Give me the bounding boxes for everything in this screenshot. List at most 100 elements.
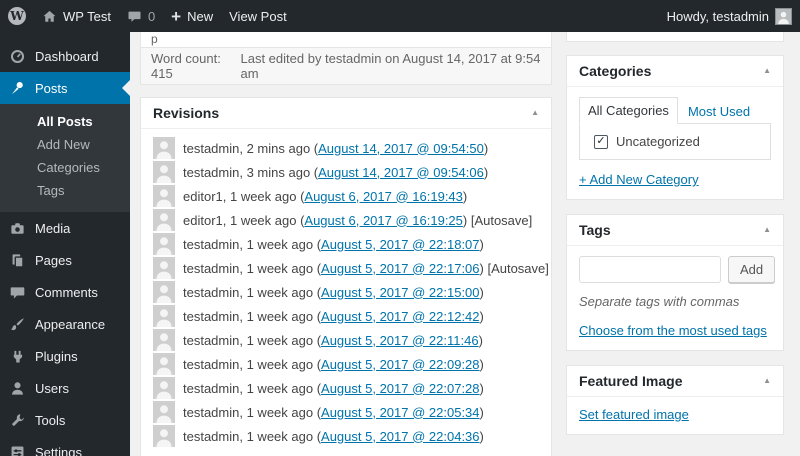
sidebar-item-dashboard[interactable]: Dashboard: [0, 40, 130, 72]
revision-meta: testadmin, 3 mins ago (: [183, 164, 319, 180]
sidebar-label: Appearance: [35, 316, 106, 332]
revision-meta: testadmin, 1 week ago (: [183, 380, 322, 396]
revision-date-link[interactable]: August 5, 2017 @ 22:15:00: [321, 285, 479, 300]
revision-date-link[interactable]: August 6, 2017 @ 16:19:43: [304, 189, 462, 204]
sidebar-item-plugins[interactable]: Plugins: [0, 340, 130, 372]
sidebar-label: Media: [35, 220, 71, 236]
comment-count: 0: [147, 8, 156, 24]
revision-row: testadmin, 1 week ago (August 5, 2017 @ …: [153, 329, 539, 351]
admin-sidebar: Dashboard Posts All Posts Add New Catego…: [0, 32, 130, 456]
pages-icon: [8, 251, 26, 269]
panel-toggle-icon[interactable]: ▲: [763, 67, 771, 75]
revision-text: editor1, 1 week ago (August 6, 2017 @ 16…: [183, 213, 532, 228]
revision-date-link[interactable]: August 5, 2017 @ 22:05:34: [321, 405, 479, 420]
revision-meta: editor1, 1 week ago (: [183, 188, 305, 204]
user-avatar: [775, 7, 792, 25]
submenu-item-tags[interactable]: Tags: [0, 179, 130, 202]
sidebar-item-media[interactable]: Media: [0, 212, 130, 244]
sidebar-label: Plugins: [35, 348, 78, 364]
main-column: p Word count: 415 Last edited by testadm…: [140, 32, 552, 456]
revision-suffix: ): [479, 404, 484, 420]
revision-date-link[interactable]: August 5, 2017 @ 22:18:07: [321, 237, 479, 252]
revisions-panel-header[interactable]: Revisions ▲: [141, 98, 551, 129]
revision-meta: editor1, 1 week ago (: [183, 212, 305, 228]
appearance-icon: [8, 315, 26, 333]
category-item-uncategorized[interactable]: ✓ Uncategorized: [594, 134, 762, 149]
revision-date-link[interactable]: August 5, 2017 @ 22:04:36: [321, 429, 479, 444]
revision-text: testadmin, 1 week ago (August 5, 2017 @ …: [183, 381, 484, 396]
revision-text: testadmin, 1 week ago (August 5, 2017 @ …: [183, 309, 484, 324]
revision-text: testadmin, 1 week ago (August 5, 2017 @ …: [183, 405, 484, 420]
posts-submenu: All Posts Add New Categories Tags: [0, 104, 130, 212]
last-edited: Last edited by testadmin on August 14, 2…: [240, 51, 541, 81]
revisions-title: Revisions: [153, 105, 220, 121]
sidebar-item-pages[interactable]: Pages: [0, 244, 130, 276]
comments-icon: [8, 283, 26, 301]
revision-date-link[interactable]: August 5, 2017 @ 22:07:28: [321, 381, 479, 396]
revision-text: testadmin, 1 week ago (August 5, 2017 @ …: [183, 285, 484, 300]
revision-date-link[interactable]: August 5, 2017 @ 22:12:42: [321, 309, 479, 324]
sidebar-item-tools[interactable]: Tools: [0, 404, 130, 436]
tab-most-used[interactable]: Most Used: [678, 99, 760, 124]
categories-panel-header[interactable]: Categories ▲: [567, 56, 783, 87]
revision-meta: testadmin, 1 week ago (: [183, 308, 322, 324]
sidebar-item-appearance[interactable]: Appearance: [0, 308, 130, 340]
wordpress-admin: W WP Test 0 + New View Post Howdy, testa…: [0, 0, 800, 456]
submenu-item-categories[interactable]: Categories: [0, 156, 130, 179]
view-post-link[interactable]: View Post: [221, 0, 295, 32]
add-tag-button[interactable]: Add: [728, 256, 776, 283]
revision-suffix: ): [479, 380, 484, 396]
submenu-item-add-new[interactable]: Add New: [0, 133, 130, 156]
revision-meta: testadmin, 1 week ago (: [183, 404, 322, 420]
choose-most-used-tags-link[interactable]: Choose from the most used tags: [579, 323, 767, 338]
sidebar-item-comments[interactable]: Comments: [0, 276, 130, 308]
comments-shortcut[interactable]: 0: [119, 0, 163, 32]
wordpress-logo-icon: W: [8, 7, 26, 25]
revision-suffix: ): [479, 308, 484, 324]
panel-toggle-icon[interactable]: ▲: [763, 377, 771, 385]
media-icon: [8, 219, 26, 237]
category-label[interactable]: Uncategorized: [616, 134, 700, 149]
set-featured-image-link[interactable]: Set featured image: [579, 407, 689, 422]
revision-avatar: [153, 305, 175, 327]
panel-toggle-icon[interactable]: ▲: [531, 109, 539, 117]
revision-row: editor1, 1 week ago (August 6, 2017 @ 16…: [153, 185, 539, 207]
tab-all-categories[interactable]: All Categories: [579, 97, 678, 124]
editor-statusbar: Word count: 415 Last edited by testadmin…: [141, 47, 551, 84]
new-content-menu[interactable]: + New: [163, 0, 221, 32]
revision-row: testadmin, 1 week ago (August 5, 2017 @ …: [153, 305, 539, 327]
featured-image-panel-header[interactable]: Featured Image ▲: [567, 366, 783, 397]
tags-panel-header[interactable]: Tags ▲: [567, 215, 783, 246]
revision-avatar: [153, 281, 175, 303]
revision-date-link[interactable]: August 5, 2017 @ 22:09:28: [321, 357, 479, 372]
revision-date-link[interactable]: August 6, 2017 @ 16:19:25: [304, 213, 462, 228]
categories-panel: Categories ▲ All Categories Most Used ✓ …: [566, 55, 784, 200]
revision-row: testadmin, 3 mins ago (August 14, 2017 @…: [153, 161, 539, 183]
sidebar-item-posts[interactable]: Posts: [0, 72, 130, 104]
revision-date-link[interactable]: August 5, 2017 @ 22:11:46: [321, 333, 479, 348]
revision-date-link[interactable]: August 5, 2017 @ 22:17:06: [321, 261, 479, 276]
panel-toggle-icon[interactable]: ▲: [763, 226, 771, 234]
sidebar-item-settings[interactable]: Settings: [0, 436, 130, 456]
revision-text: testadmin, 1 week ago (August 5, 2017 @ …: [183, 261, 549, 276]
revision-row: testadmin, 1 week ago (August 5, 2017 @ …: [153, 257, 549, 279]
add-new-category-link[interactable]: + Add New Category: [579, 172, 699, 187]
word-count: Word count: 415: [151, 51, 221, 81]
revision-avatar: [153, 137, 175, 159]
revision-avatar: [153, 401, 175, 423]
site-name-link[interactable]: WP Test: [34, 0, 119, 32]
new-tag-input[interactable]: [579, 256, 721, 283]
revision-text: testadmin, 3 mins ago (August 14, 2017 @…: [183, 165, 488, 180]
my-account-menu[interactable]: Howdy, testadmin: [659, 0, 800, 32]
category-checklist: ✓ Uncategorized: [579, 123, 771, 160]
revision-date-link[interactable]: August 14, 2017 @ 09:54:06: [318, 165, 484, 180]
new-label: New: [187, 8, 214, 24]
submenu-item-all-posts[interactable]: All Posts: [0, 110, 130, 133]
site-name-label: WP Test: [63, 8, 111, 24]
sidebar-item-users[interactable]: Users: [0, 372, 130, 404]
howdy-label: Howdy, testadmin: [666, 8, 769, 24]
revision-date-link[interactable]: August 14, 2017 @ 09:54:50: [318, 141, 484, 156]
plus-icon: +: [171, 6, 182, 26]
checkbox-checked-icon[interactable]: ✓: [594, 134, 608, 149]
wp-logo-menu[interactable]: W: [0, 0, 34, 32]
